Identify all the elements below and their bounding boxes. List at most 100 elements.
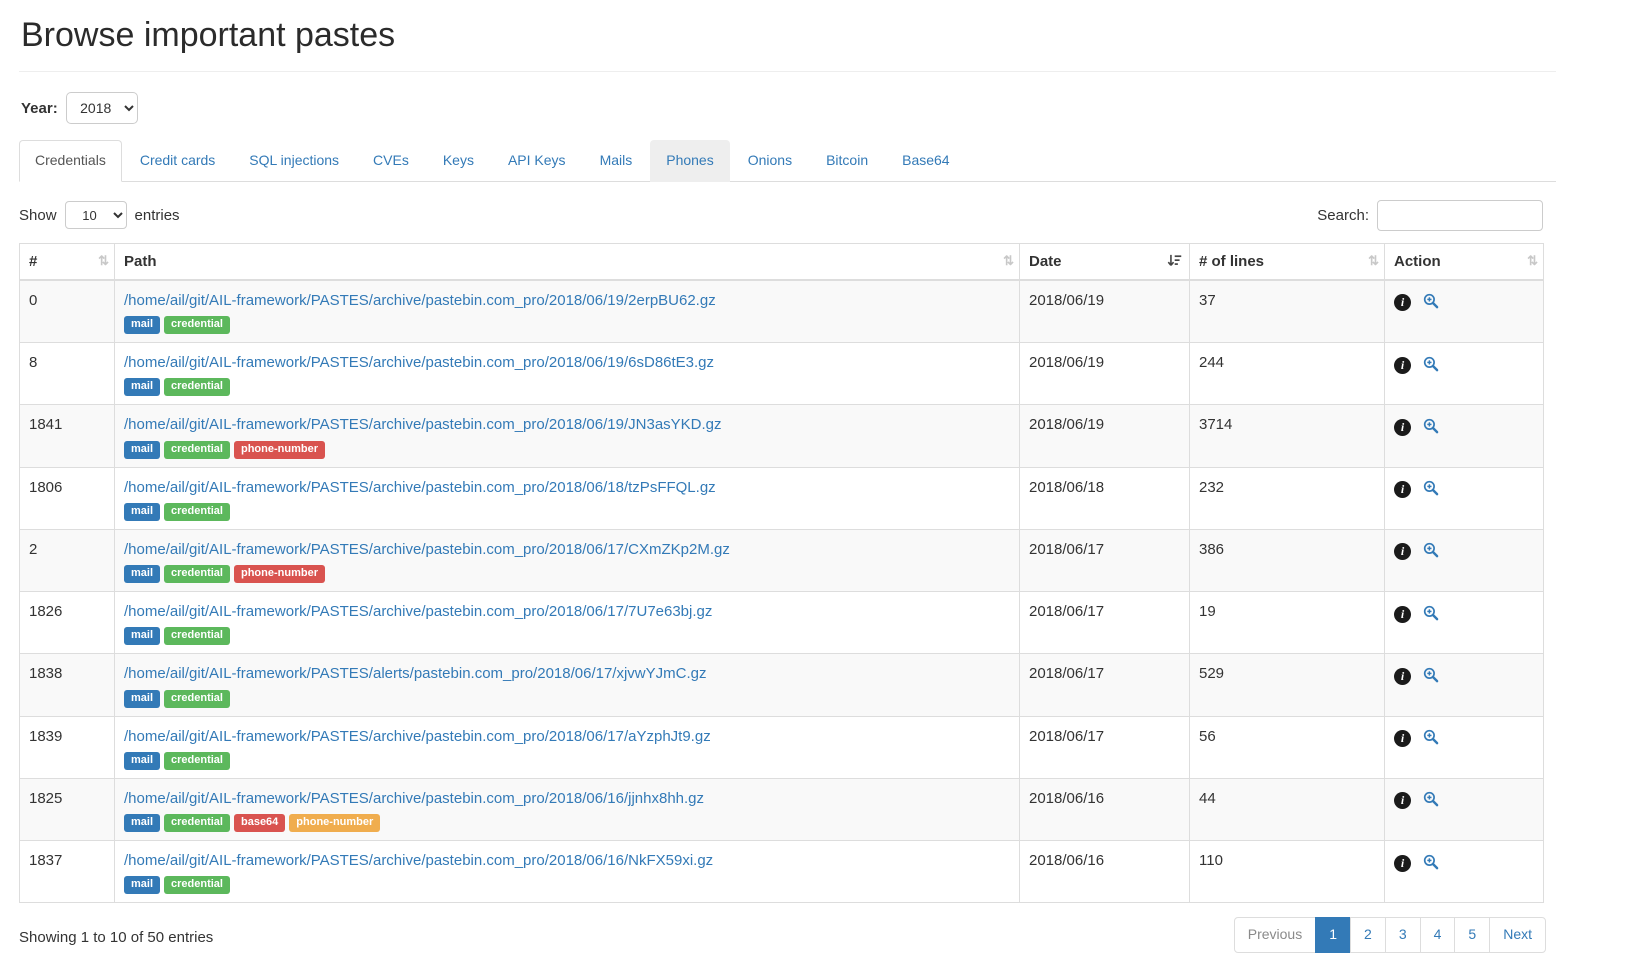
sort-icon[interactable]: ⇅ [98, 253, 107, 269]
tab-label[interactable]: Credit cards [124, 140, 231, 182]
tab-phones[interactable]: Phones [650, 140, 729, 182]
tag-badge-phone-number: phone-number [234, 565, 325, 583]
tab-api-keys[interactable]: API Keys [492, 140, 582, 182]
category-tabs: CredentialsCredit cardsSQL injectionsCVE… [19, 140, 1556, 182]
paste-path-link[interactable]: /home/ail/git/AIL-framework/PASTES/archi… [124, 292, 716, 309]
tab-sql-injections[interactable]: SQL injections [233, 140, 355, 182]
paste-path-link[interactable]: /home/ail/git/AIL-framework/PASTES/archi… [124, 354, 714, 371]
pagination-label[interactable]: 5 [1454, 917, 1490, 953]
action-cell: i [1385, 716, 1544, 778]
tab-label[interactable]: Keys [427, 140, 490, 182]
paste-info-button[interactable]: i [1394, 606, 1411, 623]
paste-preview-button[interactable] [1423, 791, 1439, 810]
pagination-label[interactable]: 1 [1315, 917, 1351, 953]
column-header--[interactable]: #⇅ [20, 243, 115, 280]
title-divider [19, 71, 1556, 72]
pagination-page-1[interactable]: 1 [1316, 917, 1351, 953]
paste-path-link[interactable]: /home/ail/git/AIL-framework/PASTES/archi… [124, 790, 704, 807]
tab-keys[interactable]: Keys [427, 140, 490, 182]
paste-preview-button[interactable] [1423, 293, 1439, 312]
search-plus-icon [1423, 858, 1439, 873]
pagination-page-4[interactable]: 4 [1421, 917, 1456, 953]
column-header--of-lines[interactable]: # of lines⇅ [1190, 243, 1385, 280]
tab-label[interactable]: Bitcoin [810, 140, 884, 182]
column-header-action[interactable]: Action⇅ [1385, 243, 1544, 280]
paste-preview-button[interactable] [1423, 356, 1439, 375]
tab-mails[interactable]: Mails [584, 140, 649, 182]
paste-preview-button[interactable] [1423, 667, 1439, 686]
paste-path-link[interactable]: /home/ail/git/AIL-framework/PASTES/archi… [124, 603, 712, 620]
tab-label[interactable]: Credentials [19, 140, 122, 182]
paste-path-link[interactable]: /home/ail/git/AIL-framework/PASTES/archi… [124, 852, 713, 869]
pagination-next[interactable]: Next [1490, 917, 1546, 953]
tab-label[interactable]: Mails [584, 140, 649, 182]
paste-info-button[interactable]: i [1394, 419, 1411, 436]
paste-path-link[interactable]: /home/ail/git/AIL-framework/PASTES/archi… [124, 479, 716, 496]
pagination-label[interactable]: Previous [1234, 917, 1316, 953]
pagination-label[interactable]: 4 [1420, 917, 1456, 953]
paste-date: 2018/06/18 [1020, 467, 1190, 529]
tab-label[interactable]: API Keys [492, 140, 582, 182]
tag-list: mailcredentialbase64phone-number [124, 814, 1010, 832]
paste-preview-button[interactable] [1423, 418, 1439, 437]
column-header-path[interactable]: Path⇅ [115, 243, 1020, 280]
search-input[interactable] [1377, 200, 1543, 231]
paste-info-button[interactable]: i [1394, 357, 1411, 374]
paste-info-button[interactable]: i [1394, 294, 1411, 311]
paste-info-button[interactable]: i [1394, 792, 1411, 809]
paste-path-link[interactable]: /home/ail/git/AIL-framework/PASTES/archi… [124, 728, 711, 745]
paste-info-button[interactable]: i [1394, 481, 1411, 498]
tab-cves[interactable]: CVEs [357, 140, 425, 182]
tab-credit-cards[interactable]: Credit cards [124, 140, 231, 182]
tag-badge-phone-number: phone-number [289, 814, 380, 832]
paste-preview-button[interactable] [1423, 542, 1439, 561]
search-plus-icon [1423, 546, 1439, 561]
sort-icon[interactable]: ⇅ [1527, 253, 1536, 269]
paste-preview-button[interactable] [1423, 729, 1439, 748]
tab-label[interactable]: Phones [650, 140, 729, 182]
sort-icon[interactable]: ⇅ [1003, 253, 1012, 269]
info-circle-icon: i [1394, 668, 1411, 685]
column-header-date[interactable]: Date [1020, 243, 1190, 280]
paste-preview-button[interactable] [1423, 854, 1439, 873]
tab-label[interactable]: Base64 [886, 140, 965, 182]
search-plus-icon [1423, 795, 1439, 810]
paste-path-cell: /home/ail/git/AIL-framework/PASTES/archi… [115, 405, 1020, 467]
pagination-label[interactable]: 2 [1350, 917, 1386, 953]
paste-info-button[interactable]: i [1394, 543, 1411, 560]
pagination-page-5[interactable]: 5 [1455, 917, 1490, 953]
tab-label[interactable]: SQL injections [233, 140, 355, 182]
paste-path-link[interactable]: /home/ail/git/AIL-framework/PASTES/alert… [124, 665, 706, 682]
paste-info-button[interactable]: i [1394, 730, 1411, 747]
entries-summary: Showing 1 to 10 of 50 entries [19, 925, 213, 946]
tab-bitcoin[interactable]: Bitcoin [810, 140, 884, 182]
tag-badge-credential: credential [164, 316, 230, 334]
paste-preview-button[interactable] [1423, 605, 1439, 624]
paste-path-link[interactable]: /home/ail/git/AIL-framework/PASTES/archi… [124, 541, 730, 558]
pagination-page-2[interactable]: 2 [1351, 917, 1386, 953]
paste-line-count: 110 [1190, 841, 1385, 903]
show-entries-select[interactable]: 10 [65, 201, 127, 229]
tab-label[interactable]: CVEs [357, 140, 425, 182]
table-row: 1825/home/ail/git/AIL-framework/PASTES/a… [20, 778, 1544, 840]
tab-credentials[interactable]: Credentials [19, 140, 122, 182]
paste-line-count: 56 [1190, 716, 1385, 778]
tab-label[interactable]: Onions [732, 140, 808, 182]
year-select[interactable]: 2018 [66, 92, 138, 124]
action-cell: i [1385, 280, 1544, 343]
paste-preview-button[interactable] [1423, 480, 1439, 499]
tab-base64[interactable]: Base64 [886, 140, 965, 182]
paste-line-count: 37 [1190, 280, 1385, 343]
tab-onions[interactable]: Onions [732, 140, 808, 182]
paste-info-button[interactable]: i [1394, 668, 1411, 685]
info-circle-icon: i [1394, 419, 1411, 436]
sort-icon[interactable]: ⇅ [1368, 253, 1377, 269]
tag-badge-credential: credential [164, 378, 230, 396]
pagination-label[interactable]: Next [1489, 917, 1546, 953]
paste-path-link[interactable]: /home/ail/git/AIL-framework/PASTES/archi… [124, 416, 722, 433]
pagination-label[interactable]: 3 [1385, 917, 1421, 953]
pagination-previous[interactable]: Previous [1234, 917, 1316, 953]
pagination-page-3[interactable]: 3 [1386, 917, 1421, 953]
paste-info-button[interactable]: i [1394, 855, 1411, 872]
sort-desc-icon[interactable] [1167, 254, 1182, 269]
